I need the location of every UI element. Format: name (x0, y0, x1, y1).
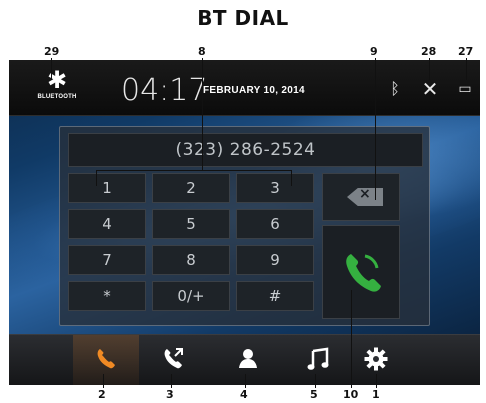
callout-line-29 (51, 58, 52, 80)
callout-4: 4 (240, 388, 248, 401)
callout-bracket-8-left (96, 170, 97, 186)
callout-1: 1 (372, 388, 380, 401)
key-star[interactable]: * (68, 281, 146, 311)
key-6[interactable]: 6 (236, 209, 314, 239)
callout-29: 29 (44, 45, 60, 58)
key-0-plus[interactable]: 0/+ (152, 281, 230, 311)
callout-bracket-8-right (291, 170, 292, 186)
settings-icon (364, 347, 388, 371)
number-display: (323) 286-2524 (68, 133, 423, 167)
music-icon (307, 347, 329, 370)
clock: 04:17 (121, 73, 208, 108)
callout-10: 10 (343, 388, 359, 401)
tab-phone[interactable] (73, 335, 139, 385)
call-button[interactable] (322, 225, 400, 319)
key-hash[interactable]: # (236, 281, 314, 311)
tab-recent-calls[interactable] (141, 335, 207, 385)
tab-contacts[interactable] (215, 335, 281, 385)
callout-line-10 (351, 290, 352, 388)
tools-icon[interactable]: ✕ (418, 77, 442, 101)
page-title: BT DIAL (197, 6, 289, 30)
callout-8: 8 (198, 45, 206, 58)
key-1[interactable]: 1 (68, 173, 146, 203)
bluetooth-status-icon: ᛒ (390, 79, 400, 98)
callout-line-5 (315, 374, 316, 388)
key-3[interactable]: 3 (236, 173, 314, 203)
key-8[interactable]: 8 (152, 245, 230, 275)
key-2[interactable]: 2 (152, 173, 230, 203)
status-bar: ✱ BLUETOOTH 04:17 FEBRUARY 10, 2014 ᛒ ✕ … (9, 60, 480, 116)
tab-music[interactable] (285, 335, 351, 385)
callout-line-3 (171, 374, 172, 388)
callout-2: 2 (98, 388, 106, 401)
head-unit-screen: ✱ BLUETOOTH 04:17 FEBRUARY 10, 2014 ᛒ ✕ … (9, 60, 480, 385)
key-4[interactable]: 4 (68, 209, 146, 239)
date: FEBRUARY 10, 2014 (203, 85, 305, 96)
callout-line-8 (202, 58, 203, 170)
backspace-button[interactable]: × (322, 173, 400, 221)
callout-line-1 (376, 374, 377, 388)
callout-line-4 (245, 374, 246, 388)
bluetooth-home-button[interactable]: ✱ BLUETOOTH (35, 66, 79, 112)
callout-28: 28 (421, 45, 437, 58)
callout-bracket-8 (96, 170, 292, 171)
bluetooth-label: BLUETOOTH (37, 94, 77, 100)
callout-line-28 (429, 58, 430, 80)
callout-5: 5 (310, 388, 318, 401)
callout-line-27 (466, 58, 467, 80)
contacts-icon (239, 349, 257, 368)
bluetooth-icon: ✱ (46, 66, 68, 94)
recent-calls-icon (164, 348, 183, 369)
display-icon[interactable]: ▭ (453, 77, 477, 101)
key-5[interactable]: 5 (152, 209, 230, 239)
callout-27: 27 (458, 45, 474, 58)
key-9[interactable]: 9 (236, 245, 314, 275)
key-7[interactable]: 7 (68, 245, 146, 275)
callout-9: 9 (370, 45, 378, 58)
callout-3: 3 (166, 388, 174, 401)
callout-line-9 (375, 58, 376, 200)
call-icon (346, 254, 381, 292)
callout-line-2 (103, 374, 104, 388)
phone-icon (97, 349, 115, 369)
backspace-x: × (359, 186, 371, 202)
